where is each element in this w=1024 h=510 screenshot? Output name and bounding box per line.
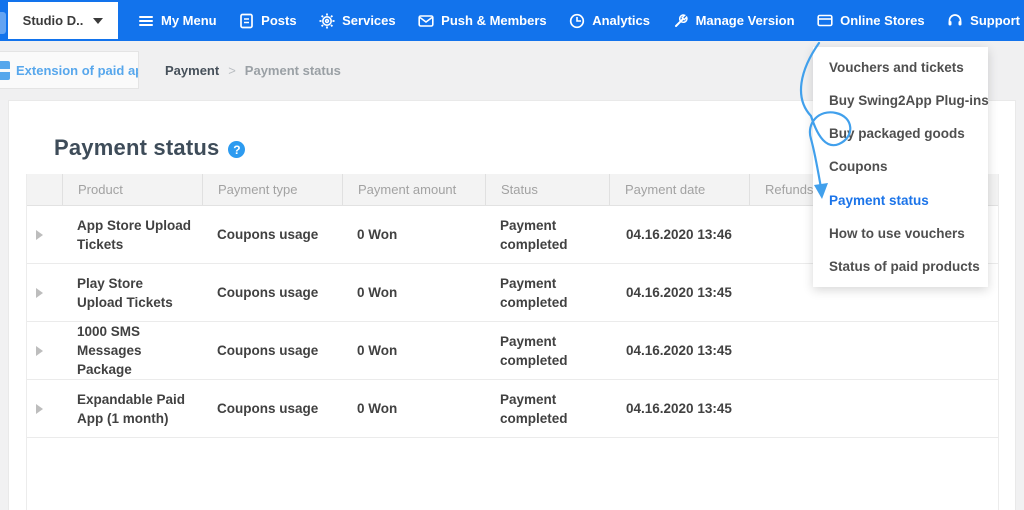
nav-item-support[interactable]: Support: [947, 13, 1020, 28]
cell-product: App Store Upload Tickets: [62, 206, 202, 263]
cell-payment-amount: 0 Won: [342, 322, 485, 379]
expand-icon: [36, 404, 43, 414]
cell-status: Payment completed: [485, 206, 609, 263]
caret-down-icon: [93, 18, 103, 24]
menu-item-vouchers-and-tickets[interactable]: Vouchers and tickets: [813, 51, 988, 84]
menu-item-payment-status[interactable]: Payment status: [813, 184, 988, 217]
cell-payment-amount: 0 Won: [342, 264, 485, 321]
breadcrumb-separator: >: [228, 63, 236, 78]
headset-icon: [947, 13, 963, 28]
menu-item-how-to-use-vouchers[interactable]: How to use vouchers: [813, 217, 988, 250]
cell-payment-type: Coupons usage: [202, 206, 342, 263]
expand-row-button[interactable]: [27, 206, 62, 263]
hamburger-icon: [138, 13, 154, 29]
clock-icon: [569, 13, 585, 29]
envelope-icon: [418, 14, 434, 28]
document-icon: [239, 13, 254, 29]
cell-payment-amount: 0 Won: [342, 206, 485, 263]
nav-item-posts[interactable]: Posts: [239, 13, 296, 29]
nav-items: My Menu Posts Services Push & Members An: [138, 0, 1020, 41]
nav-item-label: Services: [342, 13, 396, 28]
credit-card-icon: [817, 14, 833, 27]
col-payment-amount: Payment amount: [342, 174, 485, 205]
breadcrumb-section[interactable]: Payment: [165, 63, 219, 78]
expand-icon: [36, 288, 43, 298]
nav-item-push-members[interactable]: Push & Members: [418, 13, 546, 28]
app-link-label: Extension of paid apps: [16, 63, 139, 78]
cell-payment-date: 04.16.2020 13:46: [609, 206, 749, 263]
nav-item-analytics[interactable]: Analytics: [569, 13, 650, 29]
breadcrumb-current: Payment status: [245, 63, 341, 78]
menu-item-coupons[interactable]: Coupons: [813, 150, 988, 183]
cell-status: Payment completed: [485, 380, 609, 437]
cell-status: Payment completed: [485, 264, 609, 321]
cell-refunds: [749, 322, 998, 379]
nav-item-label: Posts: [261, 13, 296, 28]
cell-payment-type: Coupons usage: [202, 264, 342, 321]
app-selector[interactable]: Studio D..: [8, 2, 118, 39]
cell-payment-date: 04.16.2020 13:45: [609, 264, 749, 321]
top-nav-bar: Studio D.. My Menu Posts Services: [0, 0, 1024, 41]
app-link[interactable]: Extension of paid apps: [0, 51, 139, 89]
menu-item-status-of-paid-products[interactable]: Status of paid products: [813, 250, 988, 283]
app-selector-label: Studio D..: [23, 13, 84, 28]
cell-refunds: [749, 380, 998, 437]
online-stores-dropdown: Vouchers and tickets Buy Swing2App Plug-…: [813, 47, 988, 287]
cell-product: 1000 SMS Messages Package: [62, 322, 202, 379]
nav-item-online-stores[interactable]: Online Stores: [817, 13, 925, 28]
expand-row-button[interactable]: [27, 380, 62, 437]
help-icon[interactable]: ?: [228, 141, 245, 158]
table-row: 1000 SMS Messages Package Coupons usage …: [27, 322, 998, 380]
nav-item-label: Manage Version: [696, 13, 795, 28]
menu-item-buy-plugins[interactable]: Buy Swing2App Plug-ins: [813, 84, 988, 117]
page-title: Payment status: [54, 135, 219, 161]
nav-item-label: My Menu: [161, 13, 217, 28]
expand-row-button[interactable]: [27, 264, 62, 321]
cell-status: Payment completed: [485, 322, 609, 379]
col-payment-type: Payment type: [202, 174, 342, 205]
menu-item-buy-packaged-goods[interactable]: Buy packaged goods: [813, 117, 988, 150]
wrench-icon: [673, 13, 689, 29]
breadcrumb: Payment > Payment status: [165, 41, 341, 100]
nav-item-services[interactable]: Services: [319, 13, 396, 29]
logo-partial: [0, 12, 6, 34]
cell-payment-type: Coupons usage: [202, 380, 342, 437]
cell-product: Expandable Paid App (1 month): [62, 380, 202, 437]
expand-icon: [36, 230, 43, 240]
gear-icon: [319, 13, 335, 29]
nav-item-manage-version[interactable]: Manage Version: [673, 13, 795, 29]
col-status: Status: [485, 174, 609, 205]
cell-payment-date: 04.16.2020 13:45: [609, 322, 749, 379]
nav-item-label: Support: [970, 13, 1020, 28]
cell-product: Play Store Upload Tickets: [62, 264, 202, 321]
expand-icon: [36, 346, 43, 356]
col-product: Product: [62, 174, 202, 205]
nav-item-label: Online Stores: [840, 13, 925, 28]
expand-row-button[interactable]: [27, 322, 62, 379]
col-expand: [27, 174, 62, 205]
cell-payment-amount: 0 Won: [342, 380, 485, 437]
nav-item-label: Push & Members: [441, 13, 546, 28]
table-row: Expandable Paid App (1 month) Coupons us…: [27, 380, 998, 438]
cell-payment-type: Coupons usage: [202, 322, 342, 379]
cell-payment-date: 04.16.2020 13:45: [609, 380, 749, 437]
nav-item-label: Analytics: [592, 13, 650, 28]
app-icon: [0, 61, 10, 80]
nav-item-my-menu[interactable]: My Menu: [138, 13, 217, 29]
col-payment-date: Payment date: [609, 174, 749, 205]
